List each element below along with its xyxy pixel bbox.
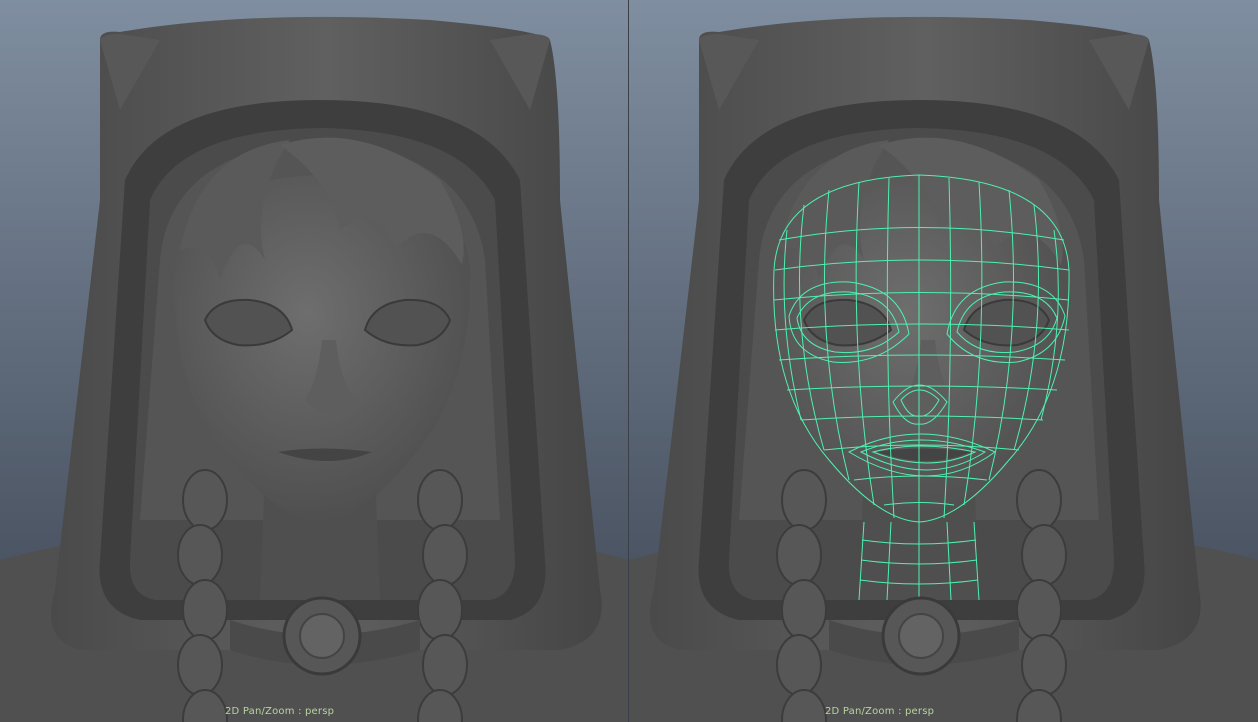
character-render-right (629, 0, 1258, 722)
character-render-left (0, 0, 629, 722)
viewport-right-wireframe[interactable]: 2D Pan/Zoom : persp (629, 0, 1258, 722)
maya-viewport-pair: 2D Pan/Zoom : persp 2D Pan/Zoom: persp (0, 0, 1258, 722)
clasp-inner (898, 613, 944, 659)
clasp-inner (299, 613, 345, 659)
viewport-hud-label: 2D Pan/Zoom : persp (825, 706, 935, 717)
viewport-left-shaded[interactable]: 2D Pan/Zoom : persp (0, 0, 629, 722)
viewport-hud-label: 2D Pan/Zoom : persp (225, 706, 335, 717)
